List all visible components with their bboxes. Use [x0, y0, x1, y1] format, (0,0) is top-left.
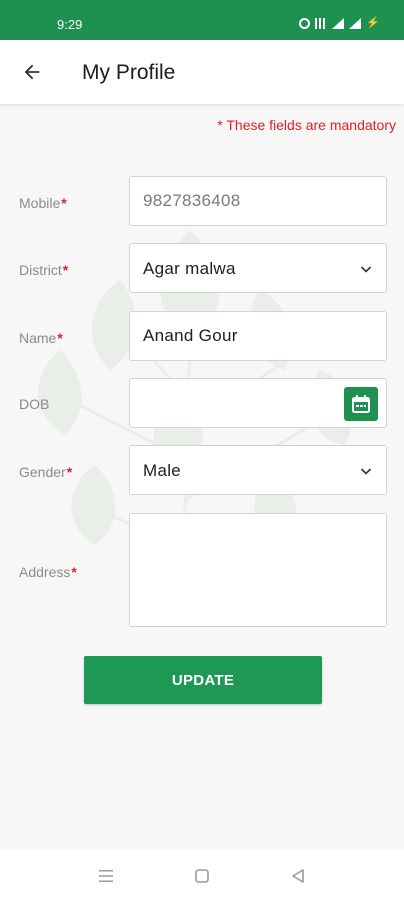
- address-label: Address*: [19, 563, 77, 581]
- signal-icon: [332, 18, 345, 29]
- battery-charging-icon: ⚡: [366, 17, 380, 29]
- chevron-down-icon: [360, 266, 372, 273]
- mobile-field[interactable]: [129, 176, 387, 226]
- dob-label: DOB: [19, 395, 49, 413]
- dob-field[interactable]: [129, 378, 387, 428]
- district-value: Agar malwa: [143, 259, 236, 278]
- status-icons: ⚡: [299, 18, 380, 29]
- address-field[interactable]: [129, 513, 387, 627]
- home-square-icon[interactable]: [192, 866, 212, 886]
- menu-icon[interactable]: [96, 866, 116, 886]
- arrow-left-icon: [24, 64, 40, 80]
- mobile-input[interactable]: [143, 177, 343, 225]
- required-marker: *: [62, 262, 69, 278]
- name-label: Name*: [19, 329, 63, 347]
- address-label-text: Address: [19, 564, 71, 580]
- gender-value: Male: [143, 461, 182, 480]
- required-marker: *: [66, 464, 73, 480]
- district-label: District*: [19, 261, 68, 279]
- district-label-text: District: [19, 262, 62, 278]
- name-label-text: Name: [19, 330, 57, 346]
- gender-label-text: Gender: [19, 464, 66, 480]
- status-bar: 9:29 ⚡: [0, 0, 404, 40]
- name-input[interactable]: [143, 312, 343, 360]
- name-field[interactable]: [129, 311, 387, 361]
- mobile-label-text: Mobile: [19, 195, 61, 211]
- signal-icon: [349, 18, 362, 29]
- back-triangle-icon[interactable]: [288, 866, 308, 886]
- mobile-label: Mobile*: [19, 194, 67, 212]
- page-title: My Profile: [82, 61, 176, 84]
- chevron-down-icon: [360, 468, 372, 475]
- required-marker: *: [61, 195, 67, 211]
- calendar-button[interactable]: [344, 387, 378, 421]
- vibrate-bars-icon: [315, 18, 328, 29]
- navigation-bar: [0, 850, 404, 900]
- status-time: 9:29: [57, 17, 83, 32]
- mandatory-note: * These fields are mandatory: [217, 117, 396, 133]
- dob-input[interactable]: [143, 379, 343, 427]
- back-button[interactable]: [14, 54, 50, 90]
- gender-select[interactable]: Male: [129, 445, 387, 495]
- dob-label-text: DOB: [19, 396, 50, 412]
- required-marker: *: [71, 564, 77, 580]
- calendar-icon: [352, 395, 370, 413]
- address-textarea[interactable]: [138, 520, 376, 618]
- alarm-icon: [299, 18, 311, 29]
- update-button[interactable]: UPDATE: [84, 656, 322, 704]
- required-marker: *: [57, 330, 63, 346]
- gender-label: Gender*: [19, 463, 72, 481]
- app-bar: My Profile: [0, 40, 404, 104]
- district-select[interactable]: Agar malwa: [129, 243, 387, 293]
